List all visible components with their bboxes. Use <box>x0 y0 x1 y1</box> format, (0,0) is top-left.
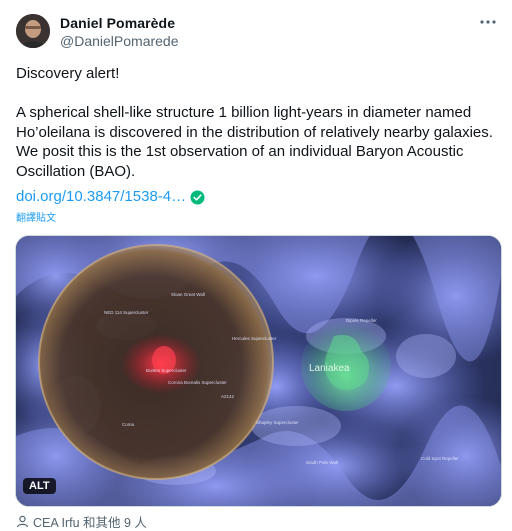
label-bootes: Boötes Supercluster <box>146 368 187 373</box>
doi-row: doi.org/10.3847/1538-4… <box>16 187 205 207</box>
author-handle[interactable]: @DanielPomarede <box>60 33 179 49</box>
label-shapley: Shapley Supercluster <box>256 420 299 425</box>
author-name[interactable]: Daniel Pomarède <box>60 15 175 31</box>
label-hercules: Hercules Supercluster <box>232 336 277 341</box>
more-dots-icon <box>480 20 496 24</box>
label-south-pole-wall: South Pole Wall <box>306 460 338 465</box>
label-ned114: NED 114 Supercluster <box>104 310 149 315</box>
label-a2142: A2142 <box>221 394 235 399</box>
person-icon <box>16 515 29 528</box>
alt-text-badge[interactable]: ALT <box>23 478 56 494</box>
author-avatar[interactable] <box>16 14 50 48</box>
doi-link[interactable]: doi.org/10.3847/1538-4… <box>16 187 186 207</box>
label-cold-spot-repeller: Cold Spot Repeller <box>421 456 459 461</box>
tagged-users[interactable]: CEA Irfu 和其他 9 人 <box>16 512 147 531</box>
tweet-text: Discovery alert! A spherical shell-like … <box>16 65 493 180</box>
label-dipole-repeller: Dipole Repeller <box>346 318 377 323</box>
label-coma: Coma <box>122 422 135 427</box>
tagged-users-label: CEA Irfu 和其他 9 人 <box>33 516 147 530</box>
label-corona-borealis: Corona Borealis Supercluster <box>168 380 227 385</box>
label-laniakea: Laniakea <box>309 363 350 374</box>
label-sloan-wall: Sloan Great Wall <box>171 292 205 297</box>
more-options-button[interactable] <box>478 12 498 32</box>
verified-check-icon <box>190 190 205 205</box>
tweet-media-image[interactable]: Sloan Great Wall NED 114 Supercluster He… <box>15 235 502 507</box>
translate-post-link[interactable]: 翻譯貼文 <box>16 209 56 224</box>
